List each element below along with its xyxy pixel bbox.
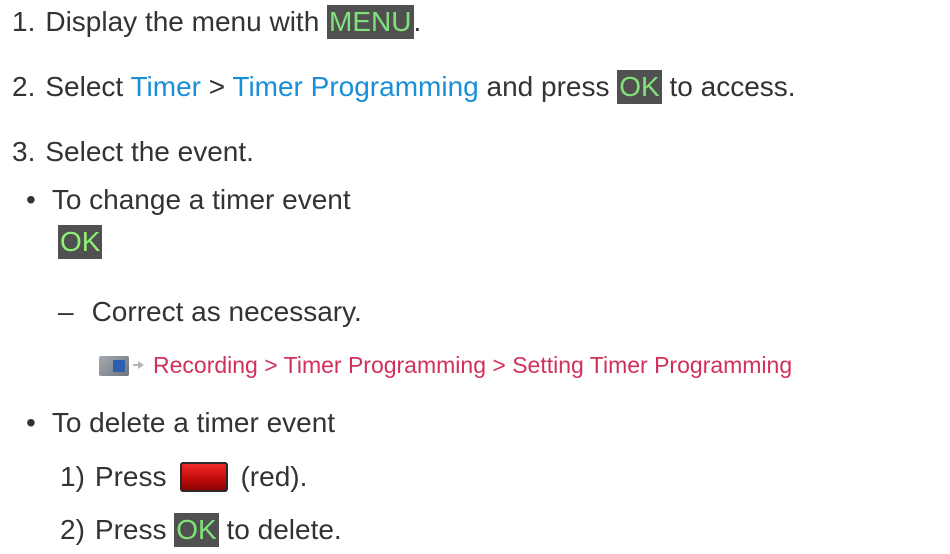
ok-key-label: OK: [58, 225, 103, 259]
menu-link-timer[interactable]: Timer: [130, 71, 201, 102]
step-text-part: Display the menu with: [45, 6, 328, 37]
menu-link-timer-programming[interactable]: Timer Programming: [232, 71, 478, 102]
change-ok-line: OK: [58, 225, 103, 259]
step-number: 1.: [12, 6, 36, 37]
reference-text[interactable]: Recording > Timer Programming > Setting …: [153, 345, 792, 385]
bullet: •: [26, 184, 36, 215]
substep-number: 1): [60, 461, 85, 492]
ok-key-label: OK: [617, 70, 662, 104]
step-text: Display the menu with MENU.: [45, 2, 421, 42]
red-remote-button-icon: [180, 462, 229, 492]
delete-event-title: To delete a timer event: [51, 407, 336, 438]
step-text-part: .: [413, 6, 422, 37]
ok-key-label: OK: [174, 513, 219, 547]
substep-text: (red).: [240, 461, 308, 492]
delete-event-heading: • To delete a timer event: [26, 403, 335, 443]
arrow-right-icon: [133, 361, 144, 369]
substep-text: Press OK to delete.: [95, 510, 342, 550]
step-text-part: to access.: [661, 71, 796, 102]
reference-link[interactable]: Recording > Timer Programming > Setting …: [99, 345, 792, 385]
menu-path-separator: >: [200, 71, 233, 102]
change-event-heading: • To change a timer event: [26, 180, 351, 220]
substep-number: 2): [60, 514, 85, 545]
step-text: Select the event.: [45, 136, 254, 167]
delete-step-2: 2) Press OK to delete.: [60, 510, 342, 550]
step-2: 2. Select Timer > Timer Programming and …: [12, 67, 796, 107]
step-text: Select Timer > Timer Programming and pre…: [45, 67, 796, 107]
step-text-part: Select: [45, 71, 131, 102]
substep-text-part: Press: [94, 514, 175, 545]
change-event-title: To change a timer event: [51, 184, 351, 215]
substep-text: Press: [94, 461, 167, 492]
dash: –: [58, 296, 74, 327]
change-note-text: Correct as necessary.: [91, 296, 362, 327]
step-number: 3.: [12, 136, 36, 167]
menu-key-label: MENU: [327, 5, 414, 39]
step-text-part: and press: [478, 71, 618, 102]
delete-step-1: 1) Press (red).: [60, 457, 307, 497]
change-note: – Correct as necessary.: [58, 292, 362, 332]
bullet: •: [26, 407, 36, 438]
tv-reference-icon: [99, 354, 145, 376]
step-number: 2.: [12, 71, 36, 102]
step-1: 1. Display the menu with MENU.: [12, 2, 421, 42]
step-3: 3. Select the event.: [12, 132, 254, 172]
substep-text-part: to delete.: [218, 514, 342, 545]
